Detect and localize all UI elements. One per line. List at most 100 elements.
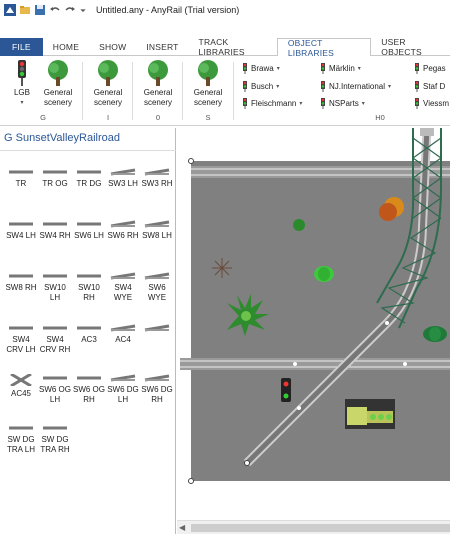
tab-track-libraries[interactable]: TRACK LIBRARIES	[189, 37, 277, 57]
layout-drawing[interactable]	[177, 127, 450, 520]
track-label: SW6 DG LH	[107, 385, 139, 404]
bare-tree-object[interactable]	[212, 258, 232, 278]
track-item[interactable]: TR DG	[72, 168, 106, 189]
track-item[interactable]: SW6 OG RH	[72, 374, 106, 405]
track-joint[interactable]	[403, 362, 407, 366]
track-item[interactable]: AC4	[106, 324, 140, 345]
general-scenery-s-button[interactable]: General scenery	[186, 60, 230, 108]
general-scenery-g-button[interactable]: General scenery	[36, 60, 80, 108]
tab-object-libraries[interactable]: OBJECT LIBRARIES	[276, 38, 372, 58]
track-item[interactable]: SW6 DG LH	[106, 374, 140, 405]
track-item[interactable]: SW6 WYE	[140, 272, 174, 303]
mfr-label: NSParts	[329, 99, 359, 108]
signal-icon	[243, 98, 247, 109]
scroll-left-icon[interactable]: ◀	[179, 523, 185, 532]
locomotive-object[interactable]	[345, 399, 395, 429]
tree-object[interactable]	[293, 219, 305, 231]
track-item[interactable]	[140, 324, 174, 335]
mfr-marklin[interactable]: Märklin ▾	[320, 63, 361, 74]
track-label: SW6 LH	[74, 231, 104, 240]
track-bottom[interactable]	[180, 358, 450, 370]
track-item[interactable]: SW6 LH	[72, 220, 106, 241]
track-icon	[144, 374, 170, 382]
horizontal-scrollbar[interactable]: ◀	[177, 520, 450, 534]
track-item[interactable]: AC3	[72, 324, 106, 345]
mfr-fleischmann[interactable]: Fleischmann ▾	[242, 98, 302, 109]
undo-icon[interactable]	[49, 4, 61, 16]
track-icon	[110, 324, 136, 332]
ribbon: LGB ▾ General scenery G General scenery …	[0, 56, 450, 126]
track-label: AC45	[10, 389, 31, 398]
track-joint[interactable]	[293, 362, 297, 366]
tab-show[interactable]: SHOW	[89, 38, 136, 56]
tab-user-objects[interactable]: USER OBJECTS	[371, 37, 450, 57]
tab-home[interactable]: HOME	[43, 38, 89, 56]
panel-divider	[0, 150, 176, 151]
track-item[interactable]: SW6 OG LH	[38, 374, 72, 405]
anyrail-window: Untitled.any - AnyRail (Trial version) F…	[0, 0, 450, 534]
track-label: SW8 RH	[5, 283, 37, 292]
track-item[interactable]: SW DG TRA RH	[38, 424, 72, 455]
track-item[interactable]: SW8 LH	[140, 220, 174, 241]
mfr-brawa[interactable]: Brawa ▾	[242, 63, 280, 74]
app-icon[interactable]	[4, 4, 16, 16]
save-icon[interactable]	[34, 4, 46, 16]
track-label: SW6 WYE	[147, 283, 167, 302]
track-end[interactable]	[244, 460, 250, 466]
signal-object[interactable]	[281, 378, 291, 402]
redo-icon[interactable]	[64, 4, 76, 16]
mfr-nj-international[interactable]: NJ.International ▾	[320, 81, 391, 92]
layout-canvas[interactable]	[177, 127, 450, 520]
mfr-busch[interactable]: Busch ▾	[242, 81, 279, 92]
track-item[interactable]: SW6 DG RH	[140, 374, 174, 405]
track-icon	[77, 170, 101, 174]
track-joint[interactable]	[385, 321, 389, 325]
track-item[interactable]: SW DG TRA LH	[4, 424, 38, 455]
track-item[interactable]: SW4 LH	[4, 220, 38, 241]
hedge-object[interactable]	[314, 266, 334, 282]
track-item[interactable]: SW3 LH	[106, 168, 140, 189]
track-top[interactable]	[191, 166, 450, 178]
track-item[interactable]: SW4 WYE	[106, 272, 140, 303]
track-item[interactable]: TR OG	[38, 168, 72, 189]
track-item[interactable]: AC45	[4, 374, 38, 399]
track-item[interactable]: SW10 LH	[38, 272, 72, 303]
customize-icon[interactable]	[79, 4, 87, 16]
mfr-staf[interactable]: Staf D	[414, 81, 445, 92]
track-joint[interactable]	[297, 406, 301, 410]
scrollbar-thumb[interactable]	[191, 524, 450, 532]
signal-icon	[321, 81, 325, 92]
track-item[interactable]: SW3 RH	[140, 168, 174, 189]
track-label: TR	[15, 179, 27, 188]
mfr-label: Fleischmann	[251, 99, 297, 108]
baseboard-corner[interactable]	[188, 158, 194, 164]
mfr-label: Staf D	[423, 82, 446, 91]
track-icon	[77, 376, 101, 380]
tab-file[interactable]: FILE	[0, 38, 43, 56]
general-scenery-0-button[interactable]: General scenery	[136, 60, 180, 108]
track-item[interactable]: SW6 RH	[106, 220, 140, 241]
mfr-viessmann[interactable]: Viessm	[414, 98, 449, 109]
track-label: SW DG TRA LH	[6, 435, 35, 454]
tree-icon	[48, 60, 68, 86]
tree-icon	[148, 60, 168, 86]
track-icon	[43, 222, 67, 226]
baseboard-corner[interactable]	[188, 478, 194, 484]
mfr-pegas[interactable]: Pegas	[414, 63, 446, 74]
tab-insert[interactable]: INSERT	[136, 38, 188, 56]
mfr-nsparts[interactable]: NSParts ▾	[320, 98, 365, 109]
signal-icon	[243, 81, 247, 92]
track-item[interactable]: SW8 RH	[4, 272, 38, 293]
track-item[interactable]: SW10 RH	[72, 272, 106, 303]
track-item[interactable]: TR	[4, 168, 38, 189]
hedge-object[interactable]	[423, 326, 447, 342]
track-item[interactable]: SW4 CRV RH	[38, 324, 72, 355]
track-label: SW DG TRA RH	[40, 435, 70, 454]
baseboard[interactable]	[191, 161, 450, 481]
mfr-label: Busch	[251, 82, 274, 91]
chevron-down-icon: ▾	[357, 66, 361, 72]
track-item[interactable]: SW4 RH	[38, 220, 72, 241]
track-item[interactable]: SW4 CRV LH	[4, 324, 38, 355]
open-icon[interactable]	[19, 4, 31, 16]
general-scenery-i-button[interactable]: General scenery	[86, 60, 130, 108]
